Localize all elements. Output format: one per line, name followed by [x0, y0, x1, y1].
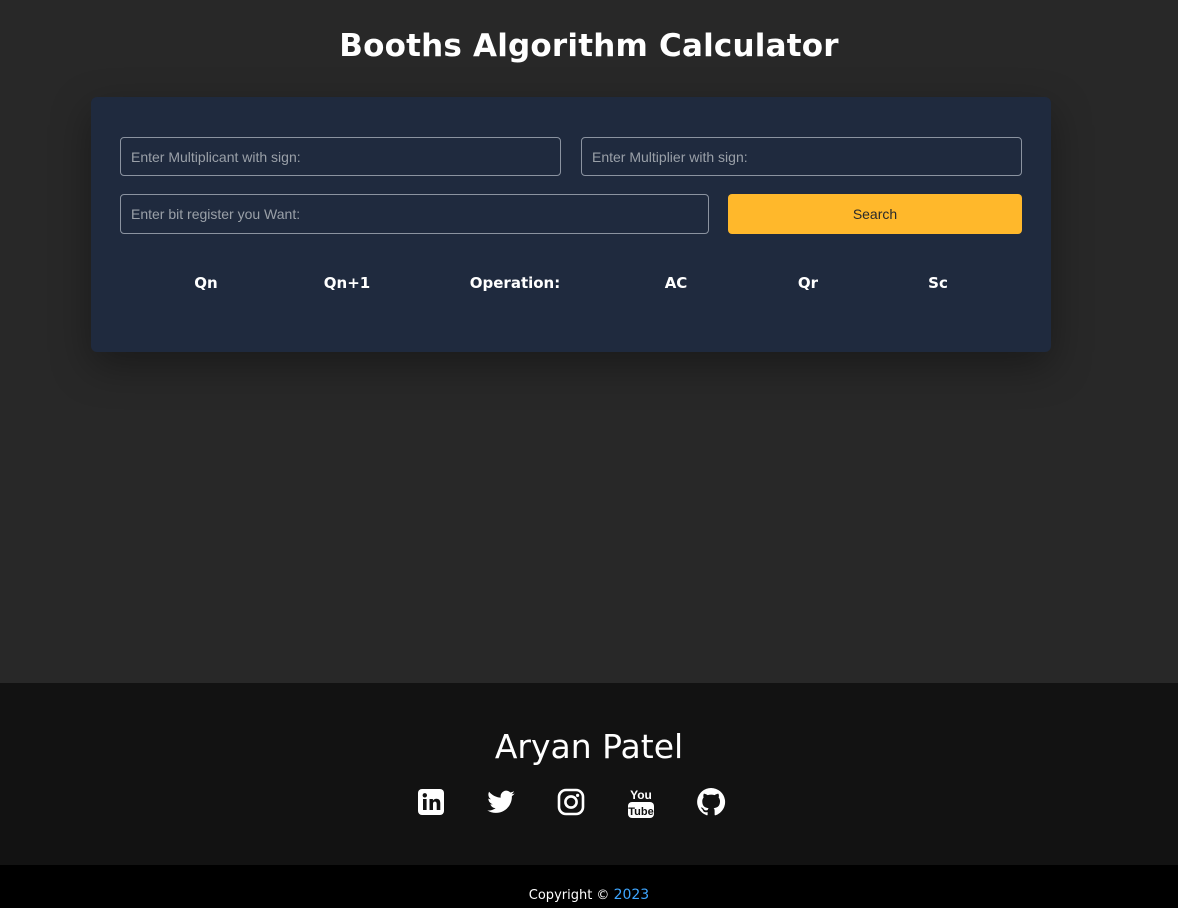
column-header-ac: AC	[664, 274, 688, 292]
multiplier-input[interactable]	[581, 137, 1022, 176]
linkedin-icon[interactable]	[416, 787, 446, 817]
calculator-card: Search Qn Qn+1 Operation: AC Qr Sc	[91, 97, 1051, 352]
page-title: Booths Algorithm Calculator	[339, 28, 839, 64]
copyright-year-link[interactable]: 2023	[614, 887, 650, 903]
copyright-bar: Copyright © 2023	[0, 865, 1178, 908]
multiplicand-input[interactable]	[120, 137, 561, 176]
column-header-qn: Qn	[194, 274, 218, 292]
svg-text:Tube: Tube	[628, 806, 653, 818]
github-icon[interactable]	[696, 787, 726, 817]
footer: Aryan Patel You Tube	[0, 683, 1178, 865]
column-header-sc: Sc	[928, 274, 948, 292]
column-header-operation: Operation:	[469, 274, 561, 292]
column-header-qn1: Qn+1	[323, 274, 371, 292]
column-header-qr: Qr	[797, 274, 819, 292]
search-button[interactable]: Search	[728, 194, 1022, 234]
twitter-icon[interactable]	[486, 787, 516, 817]
author-name: Aryan Patel	[494, 727, 684, 766]
instagram-icon[interactable]	[556, 787, 586, 817]
svg-text:You: You	[630, 788, 652, 802]
youtube-icon[interactable]: You Tube	[626, 787, 656, 818]
copyright-label: Copyright ©	[528, 888, 610, 903]
bit-register-input[interactable]	[120, 194, 709, 234]
